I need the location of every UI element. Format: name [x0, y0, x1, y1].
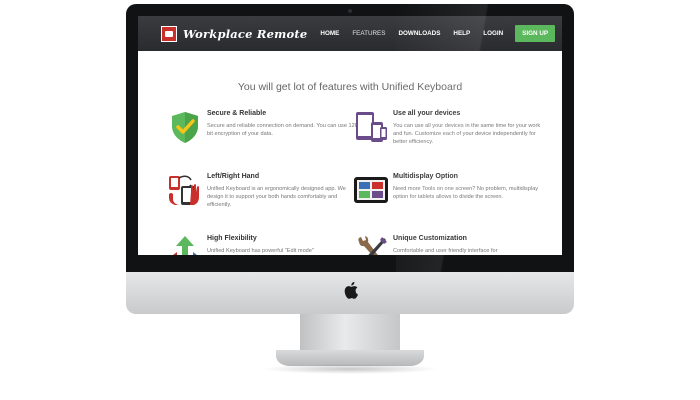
- multidisplay-icon: [354, 177, 388, 203]
- feature-description: You can use all your devices in the same…: [393, 123, 541, 145]
- feature-description: Unified Keyboard is an ergonomically des…: [207, 186, 346, 208]
- nav-login[interactable]: LOGIN: [483, 30, 503, 37]
- apple-logo-icon: [344, 281, 358, 299]
- feature-title: Multidisplay Option: [393, 173, 458, 180]
- nav-links: HOME FEATURES DOWNLOADS HELP LOGIN SIGN …: [307, 25, 556, 42]
- site-navbar: Workplace Remote HOME FEATURES DOWNLOADS…: [138, 16, 562, 51]
- monitor-stand-neck: [300, 314, 400, 354]
- feature-description: Need more Tools on one screen? No proble…: [393, 186, 539, 200]
- devices-icon: [356, 112, 387, 142]
- feature-description: Unified Keyboard has powerful "Edit mode…: [207, 248, 314, 254]
- hands-icon: [169, 175, 199, 205]
- arrows-icon: [173, 236, 197, 255]
- feature-description: Comfortable and user friendly interface …: [393, 248, 498, 254]
- shield-check-icon: [172, 112, 198, 143]
- brand-logo-icon: [161, 25, 177, 42]
- features-headline: You will get lot of features with Unifie…: [237, 81, 463, 93]
- tools-icon: [358, 236, 387, 255]
- monitor-chin: [126, 272, 574, 314]
- feature-title: Use all your devices: [393, 110, 461, 117]
- stand-shadow: [262, 364, 438, 374]
- nav-home[interactable]: HOME: [320, 30, 339, 37]
- brand[interactable]: Workplace Remote: [161, 25, 308, 42]
- nav-features[interactable]: FEATURES: [352, 30, 385, 37]
- screen: Workplace Remote HOME FEATURES DOWNLOADS…: [138, 16, 562, 255]
- brand-name: Workplace Remote: [183, 26, 308, 41]
- feature-title: Unique Customization: [393, 235, 467, 242]
- nav-downloads[interactable]: DOWNLOADS: [398, 30, 440, 37]
- nav-help[interactable]: HELP: [453, 30, 470, 37]
- signup-button[interactable]: SIGN UP: [515, 25, 556, 42]
- feature-title: Secure & Reliable: [207, 110, 267, 117]
- feature-title: High Flexibility: [207, 235, 257, 242]
- camera-dot: [348, 9, 352, 13]
- feature-description: Secure and reliable connection on demand…: [207, 123, 358, 137]
- feature-title: Left/Right Hand: [207, 173, 260, 180]
